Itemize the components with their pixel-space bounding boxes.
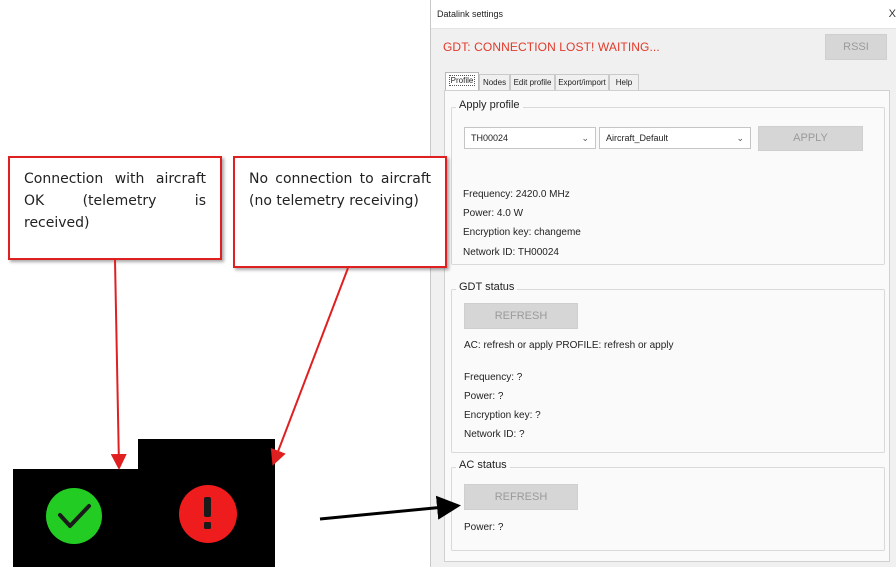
gdt-message: AC: refresh or apply PROFILE: refresh or… [464, 340, 674, 351]
apply-profile-label: Apply profile [456, 99, 523, 111]
tab-nodes[interactable]: Nodes [479, 74, 510, 90]
chevron-down-icon: ⌄ [736, 133, 744, 143]
icon-box-lost [138, 439, 275, 567]
gdt-power: Power: ? [464, 391, 504, 402]
title-bar: Datalink settings X [431, 0, 896, 29]
callout-connection-ok: Connection with aircraft OK (telemetry i… [8, 156, 222, 260]
apply-encryption: Encryption key: changeme [463, 227, 581, 238]
callout-no-connection: No connection to aircraft (no telemetry … [233, 156, 447, 268]
apply-network-id: Network ID: TH00024 [463, 247, 559, 258]
datalink-settings-window: Datalink settings X GDT: CONNECTION LOST… [430, 0, 896, 567]
window-title: Datalink settings [437, 9, 504, 19]
tab-export-import[interactable]: Export/import [555, 74, 609, 90]
close-icon[interactable]: X [886, 0, 896, 28]
connection-status: GDT: CONNECTION LOST! WAITING... [443, 40, 660, 54]
callout-ok-text: Connection with aircraft OK (telemetry i… [24, 171, 206, 231]
exclamation-icon [179, 485, 237, 543]
apply-power: Power: 4.0 W [463, 208, 524, 219]
ac-status-label: AC status [456, 459, 510, 471]
rssi-button[interactable]: RSSI [825, 34, 887, 60]
icon-box-ok [13, 469, 141, 567]
gdt-network-id: Network ID: ? [464, 429, 525, 440]
arrow-to-lost-icon [270, 267, 349, 466]
check-icon [46, 488, 102, 544]
chevron-down-icon: ⌄ [581, 133, 589, 143]
tab-help[interactable]: Help [609, 74, 639, 90]
ac-power: Power: ? [464, 522, 504, 533]
gdt-refresh-button[interactable]: REFRESH [464, 303, 578, 329]
ac-refresh-button[interactable]: REFRESH [464, 484, 578, 510]
gdt-status-label: GDT status [456, 281, 518, 293]
apply-button[interactable]: APPLY [758, 126, 863, 151]
tab-edit-profile[interactable]: Edit profile [510, 74, 555, 90]
gdt-frequency: Frequency: ? [464, 372, 523, 383]
arrow-to-ok-icon [110, 259, 127, 470]
callout-lost-text: No connection to aircraft (no telemetry … [249, 171, 431, 209]
apply-frequency: Frequency: 2420.0 MHz [463, 189, 570, 200]
gdt-encryption: Encryption key: ? [464, 410, 541, 421]
profile-select[interactable]: TH00024 ⌄ [464, 127, 596, 149]
tab-profile[interactable]: Profile [445, 72, 479, 90]
profile-panel: Apply profile TH00024 ⌄ Aircraft_Default… [444, 90, 890, 562]
config-select[interactable]: Aircraft_Default ⌄ [599, 127, 751, 149]
